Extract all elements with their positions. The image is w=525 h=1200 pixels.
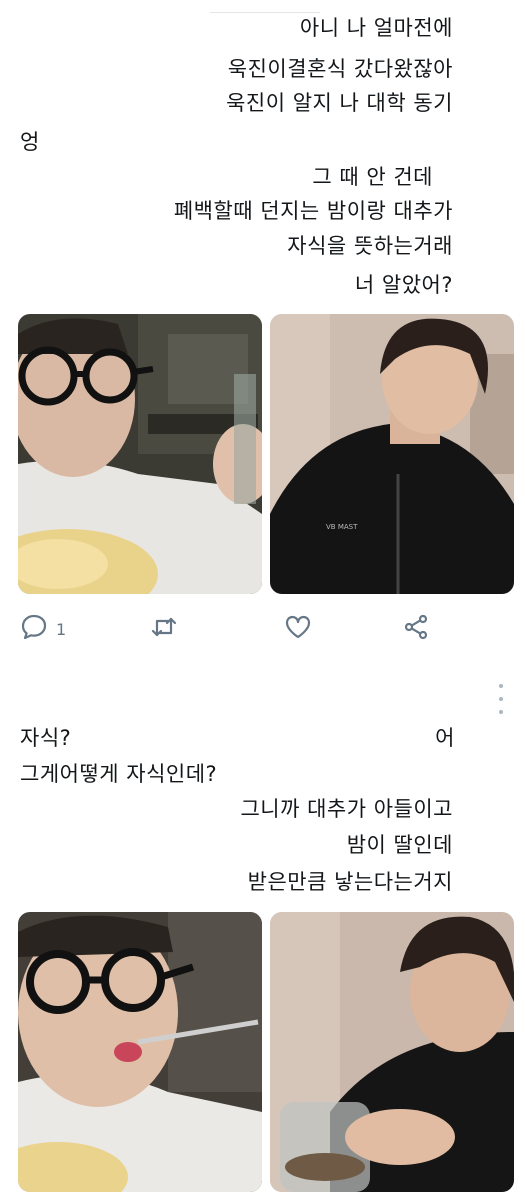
reply-count: 1 xyxy=(56,619,67,639)
svg-text:VB MAST: VB MAST xyxy=(326,523,358,531)
share-button[interactable] xyxy=(402,613,430,645)
chat-line: 자식? xyxy=(20,726,72,750)
like-button[interactable] xyxy=(284,613,402,645)
chat-line: 너 알았어? xyxy=(354,273,453,297)
chat-line: 그게어떻게 자식인데? xyxy=(20,762,218,786)
chat-line: 욱진이 알지 나 대학 동기 xyxy=(226,91,453,115)
photo-right[interactable] xyxy=(270,912,514,1192)
chat-line: 어 xyxy=(435,726,455,750)
tweet-actions: 1 xyxy=(20,612,460,646)
share-icon xyxy=(402,613,430,645)
chat-line: 그 때 안 건데 xyxy=(312,165,433,189)
media-grid: VB MAST xyxy=(18,314,514,594)
retweet-icon xyxy=(150,613,178,645)
photo-right[interactable]: VB MAST xyxy=(270,314,514,594)
chat-line: 욱진이결혼식 갔다왔잖아 xyxy=(227,57,453,81)
heart-icon xyxy=(284,613,312,645)
photo-left[interactable] xyxy=(18,314,262,594)
chat-line: 자식을 뜻하는거래 xyxy=(287,234,453,258)
more-vertical-icon[interactable] xyxy=(497,684,505,714)
chat-line: 밤이 딸인데 xyxy=(346,833,453,857)
retweet-button[interactable] xyxy=(150,613,284,645)
reply-button[interactable]: 1 xyxy=(20,613,150,645)
chat-line: 폐백할때 던지는 밤이랑 대추가 xyxy=(173,199,453,223)
chat-line: 받은만큼 낳는다는거지 xyxy=(247,870,453,894)
chat-line: 아니 나 얼마전에 xyxy=(299,16,453,40)
reply-icon xyxy=(20,613,48,645)
divider xyxy=(210,12,320,13)
media-grid xyxy=(18,912,514,1192)
chat-line: 그니까 대추가 아들이고 xyxy=(240,797,453,821)
chat-line: 엉 xyxy=(20,130,40,154)
photo-left[interactable] xyxy=(18,912,262,1192)
